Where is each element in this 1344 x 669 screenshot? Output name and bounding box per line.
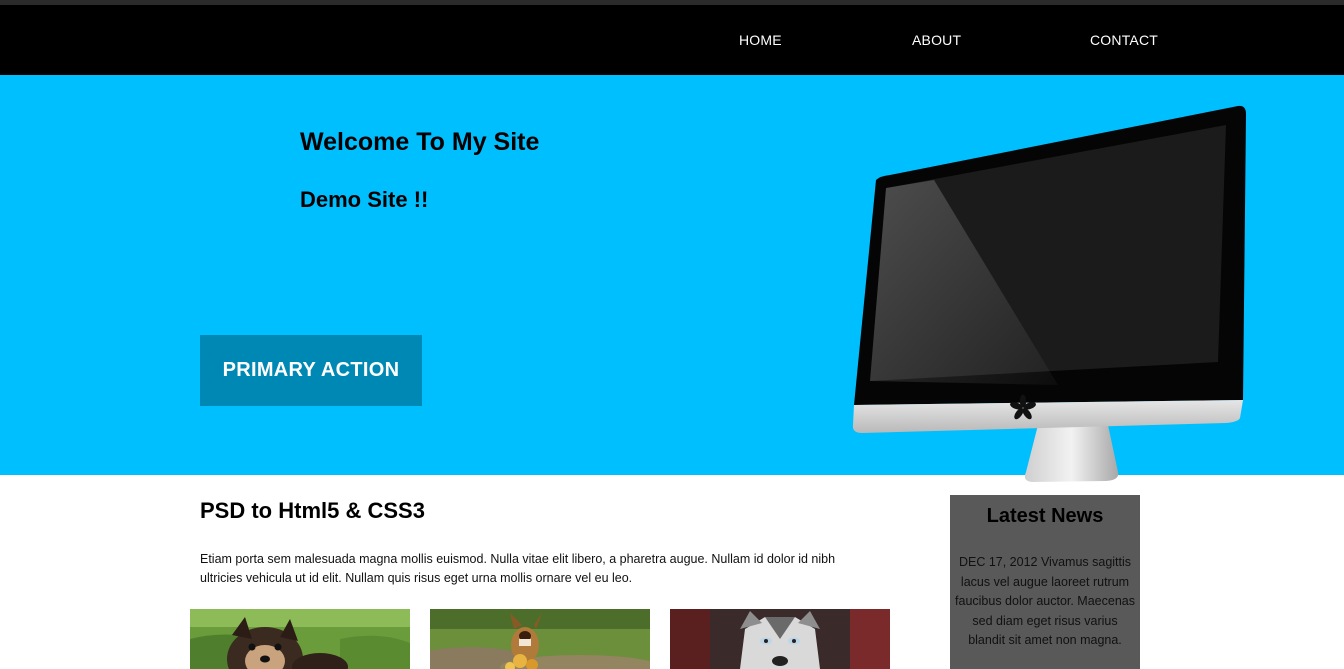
news-title: Latest News — [986, 505, 1104, 527]
section-title: PSD to Html5 & CSS3 — [200, 498, 425, 523]
playing-dog-photo-icon — [430, 609, 650, 669]
latest-news-panel: Latest News DEC 17, 2012 Vivamus sagitti… — [950, 495, 1140, 669]
monitor-icon — [852, 105, 1246, 482]
top-navbar: HOME ABOUT CONTACT — [0, 5, 1344, 75]
gallery-item-husky[interactable] — [670, 609, 890, 669]
hero-subtitle: Demo Site !! — [300, 187, 429, 212]
nav-about-link[interactable]: ABOUT — [912, 32, 961, 48]
nav-home-link[interactable]: HOME — [739, 32, 782, 48]
husky-photo-icon — [670, 609, 890, 669]
gallery-item-playing-dog[interactable] — [430, 609, 650, 669]
section-body-text: Etiam porta sem malesuada magna mollis e… — [200, 552, 836, 585]
nav-contact-link[interactable]: CONTACT — [1090, 32, 1158, 48]
primary-action-button[interactable]: PRIMARY ACTION — [200, 335, 422, 406]
news-text: DEC 17, 2012 Vivamus sagittis lacus vel … — [955, 555, 1135, 647]
gallery-item-puppy[interactable] — [190, 609, 410, 669]
puppy-photo-icon — [190, 609, 410, 669]
hero-title: Welcome To My Site — [300, 128, 540, 156]
